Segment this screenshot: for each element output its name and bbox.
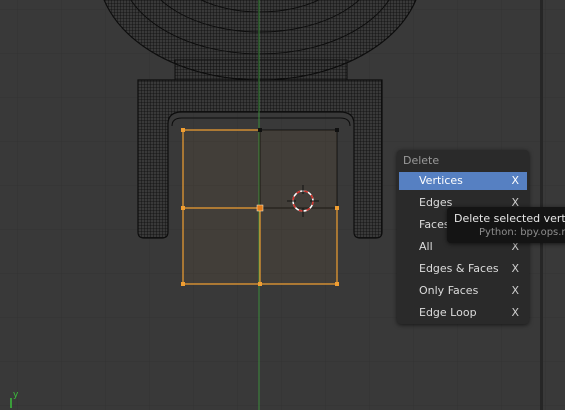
menu-item-label: All [419,240,433,253]
menu-item-label: Only Faces [419,284,479,297]
selected-geometry [181,128,339,286]
menu-item-only-faces[interactable]: Only Faces X [399,282,527,300]
menu-item-shortcut: X [511,306,519,319]
tooltip: Delete selected vertic Python: bpy.ops.m [447,207,565,243]
menu-item-edge-loop[interactable]: Edge Loop X [399,304,527,322]
region-divider[interactable] [540,0,543,410]
menu-item-label: Vertices [419,174,463,187]
tooltip-description: Delete selected vertic [454,212,565,225]
menu-title: Delete [403,154,440,167]
menu-item-edges-and-faces[interactable]: Edges & Faces X [399,260,527,278]
menu-item-shortcut: X [511,174,519,187]
menu-item-label: Faces [419,218,450,231]
menu-item-label: Edge Loop [419,306,477,319]
tooltip-python: Python: bpy.ops.m [479,227,565,238]
axis-widget-label: y [13,390,19,400]
menu-item-vertices[interactable]: Vertices X [399,172,527,190]
menu-item-shortcut: X [511,262,519,275]
active-vertex [256,204,264,212]
menu-item-label: Edges & Faces [419,262,499,275]
menu-item-shortcut: X [511,284,519,297]
